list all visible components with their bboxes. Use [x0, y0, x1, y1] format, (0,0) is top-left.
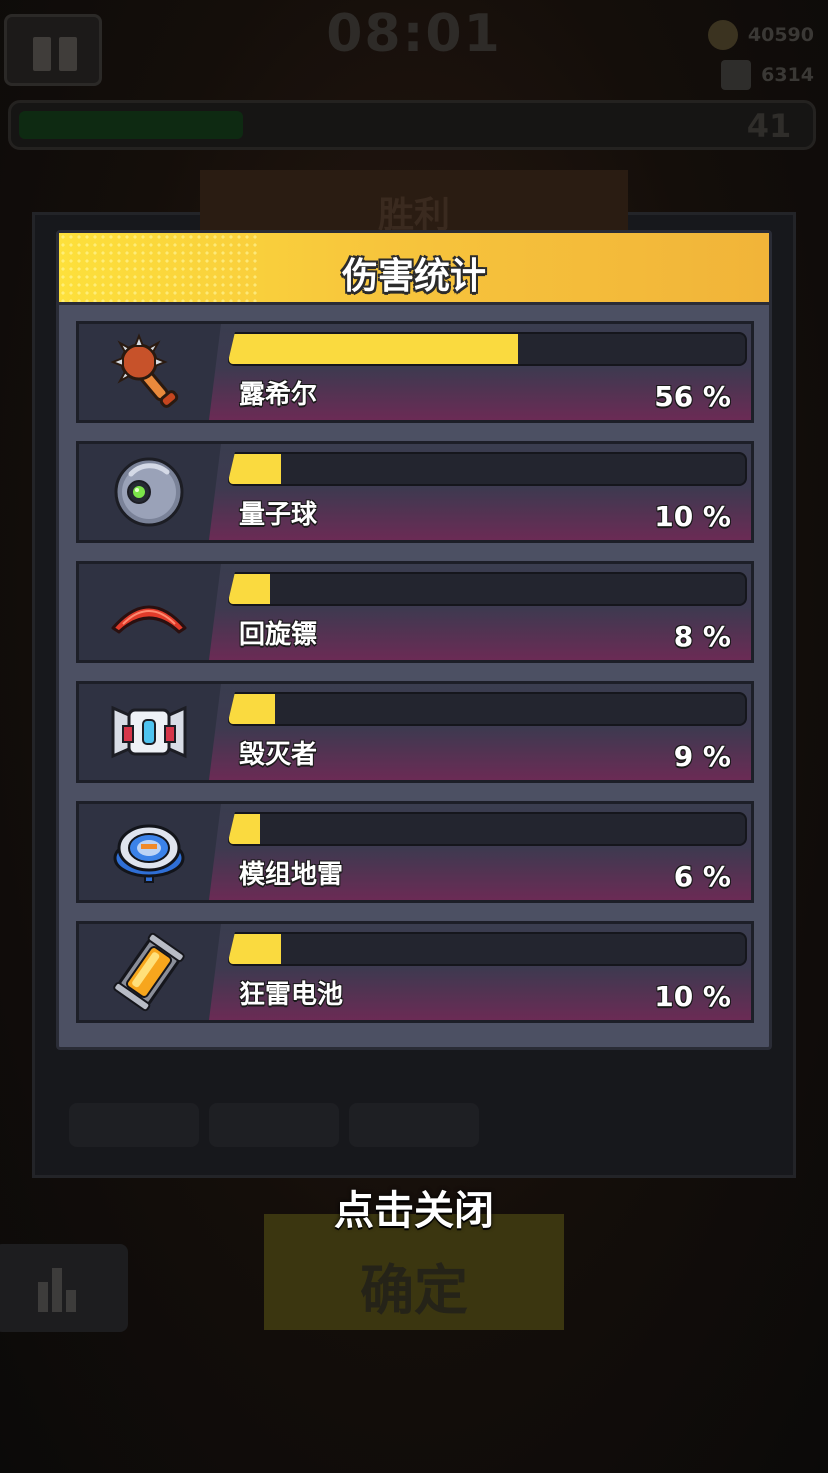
confirm-label: 确定 [360, 1259, 468, 1322]
damage-bar-fill [229, 334, 518, 364]
damage-bar-fill [229, 694, 276, 724]
destroyer-drone-icon [111, 705, 187, 759]
boomerang-icon [111, 605, 187, 634]
xp-fill [19, 111, 243, 139]
damage-bar [227, 932, 747, 966]
damage-row: 回旋镖 8 % [76, 561, 754, 663]
coin-icon [707, 20, 738, 50]
weapon-name: 回旋镖 [239, 620, 318, 650]
stats-button[interactable] [0, 1244, 128, 1332]
damage-stats-header: 伤害统计 [59, 233, 769, 305]
damage-bar-fill [229, 814, 260, 844]
damage-stats-list: 露希尔 56 % 量子球 10 % 回旋镖 8 % 毁灭者 9 % 模组地雷 6… [76, 321, 754, 1041]
xp-bar: 41 [8, 100, 816, 150]
level-value: 41 [746, 107, 792, 145]
damage-row: 毁灭者 9 % [76, 681, 754, 783]
damage-stats-title: 伤害统计 [341, 256, 486, 297]
kill-value: 6314 [761, 64, 814, 86]
thunder-battery-icon [113, 932, 185, 1012]
bar-chart-icon [38, 1282, 48, 1312]
weapon-name: 狂雷电池 [239, 980, 344, 1010]
damage-percent: 10 % [654, 500, 731, 533]
damage-percent: 10 % [654, 980, 731, 1013]
damage-stats-panel: 伤害统计 露希尔 56 % 量子球 10 % 回旋镖 8 % 毁灭者 9 % 模… [56, 230, 772, 1050]
kill-counter: 6314 [721, 60, 814, 90]
damage-row: 量子球 10 % [76, 441, 754, 543]
tap-to-close-hint[interactable]: 点击关闭 [0, 1178, 828, 1236]
damage-bar-fill [229, 574, 271, 604]
damage-row: 狂雷电池 10 % [76, 921, 754, 1023]
coin-value: 40590 [747, 24, 814, 46]
weapon-name: 露希尔 [239, 380, 318, 410]
weapon-name: 量子球 [239, 500, 318, 530]
weapon-name: 模组地雷 [239, 860, 344, 890]
modular-mine-icon [113, 824, 185, 883]
damage-bar-fill [229, 934, 281, 964]
game-timer: 08:01 [326, 4, 502, 64]
damage-row: 模组地雷 6 % [76, 801, 754, 903]
damage-bar [227, 692, 747, 726]
damage-row: 露希尔 56 % [76, 321, 754, 423]
quantum-orb-icon [114, 457, 184, 527]
spiked-club-icon [110, 333, 179, 408]
skull-icon [721, 60, 752, 90]
damage-percent: 8 % [673, 620, 731, 653]
damage-percent: 6 % [673, 860, 731, 893]
damage-percent: 56 % [654, 380, 731, 413]
damage-bar [227, 572, 747, 606]
damage-bar-fill [229, 454, 281, 484]
damage-percent: 9 % [673, 740, 731, 773]
coin-counter: 40590 [707, 20, 814, 50]
weapon-name: 毁灭者 [239, 740, 318, 770]
damage-bar [227, 812, 747, 846]
damage-bar [227, 332, 747, 366]
damage-bar [227, 452, 747, 486]
